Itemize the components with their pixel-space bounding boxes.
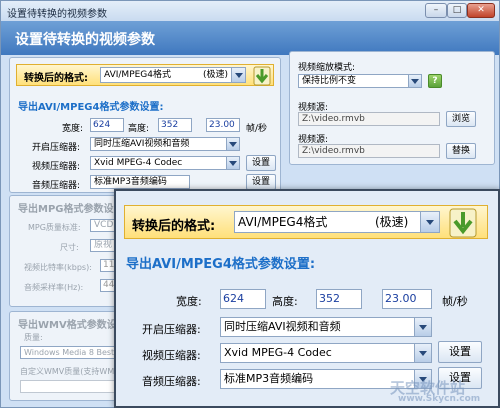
wmv-section-title: 导出WMV格式参数设 [18,320,117,331]
enable-compressor-select[interactable]: 同时压缩AVI视频和音频 [90,137,240,151]
wmv-custom-label: 自定义WMV质量(支持WMV [20,367,120,376]
chevron-down-icon[interactable] [414,344,431,362]
scale-mode-label: 视频缩放模式: [298,63,356,73]
watermark-line2: www.Skycn.com [398,394,481,404]
popup-enable-value: 同时压缩AVI视频和音频 [224,320,341,333]
scale-mode-value: 保持比例不变 [302,76,357,86]
close-button[interactable]: ✕ [467,3,495,18]
scale-mode-select[interactable]: 保持比例不变 [298,74,422,88]
wmv-quality-label: 质量: [24,333,43,342]
width-input[interactable]: 624 [90,118,124,132]
popup-video-settings-button[interactable]: 设置 [438,341,482,363]
enable-compressor-value: 同时压缩AVI视频和音频 [94,139,190,149]
height-label: 高度: [128,124,150,134]
chevron-down-icon[interactable] [408,75,421,87]
popup-format-value: AVI/MPEG4格式 [238,215,328,229]
popup-height-label: 高度: [272,295,298,308]
popup-width-label: 宽度: [176,295,202,308]
popup-width-input[interactable]: 624 [220,289,266,309]
chevron-down-icon[interactable] [231,68,245,82]
popup-fps-input[interactable]: 23.00 [382,289,432,309]
mpg-panel: 导出MPG格式参数设 MPG质量标准: VCD 尺寸: 原视 视频比特率(kbp… [9,195,129,307]
video-compressor-label: 视频压缩器: [32,162,81,172]
wmv-custom-input[interactable] [20,380,124,393]
minimize-button[interactable]: – [425,3,447,18]
dest-path: Z:\video.rmvb [298,144,440,158]
chevron-down-icon[interactable] [226,157,239,169]
popup-audio-value: 标准MP3音频编码 [224,372,314,385]
page-title: 设置待转换的视频参数 [15,32,155,48]
audio-settings-button[interactable]: 设置 [246,174,276,190]
maximize-button[interactable]: □ [447,3,467,18]
fps-unit: 帧/秒 [246,124,268,134]
mpg-size-label: 尺寸: [60,243,79,252]
enable-compressor-label: 开启压缩器: [32,143,81,153]
width-label: 宽度: [62,124,84,134]
popup-format-label: 转换后的格式: [132,219,216,234]
format-value: AVI/MPEG4格式 [104,70,172,80]
video-settings-button[interactable]: 设置 [246,155,276,171]
format-label: 转换后的格式: [24,73,88,84]
mpg-quality-label: MPG质量标准: [28,223,81,232]
popup-format-speed: (极速) [375,215,409,229]
popup-enable-select[interactable]: 同时压缩AVI视频和音频 [220,317,432,337]
popup-audio-label: 音频压缩器: [142,375,201,388]
chevron-down-icon[interactable] [226,138,239,150]
height-input[interactable]: 352 [158,118,192,132]
fps-input[interactable]: 23.00 [206,118,240,132]
zoom-popup: 转换后的格式: AVI/MPEG4格式 (极速) 导出AVI/MPEG4格式参数… [114,189,500,408]
replace-button[interactable]: 替换 [446,143,476,159]
audio-compressor-label: 音频压缩器: [32,181,81,191]
popup-height-input[interactable]: 352 [316,289,362,309]
video-compressor-select[interactable]: Xvid MPEG-4 Codec [90,156,240,170]
popup-video-select[interactable]: Xvid MPEG-4 Codec [220,343,432,363]
chevron-down-icon[interactable] [414,318,431,336]
window-title: 设置待转换的视频参数 [7,9,107,20]
mpg-section-title: 导出MPG格式参数设 [18,204,114,215]
help-icon[interactable]: ? [428,74,442,88]
popup-section-title: 导出AVI/MPEG4格式参数设置: [126,257,316,272]
avi-section-title: 导出AVI/MPEG4格式参数设置: [18,102,164,113]
source-path: Z:\video.rmvb [298,112,440,126]
mpg-bitrate-label: 视频比特率(kbps): [24,263,92,272]
mpg-samplerate-label: 音频采样率(Hz): [24,283,84,292]
source-panel: 视频缩放模式: 保持比例不变 ? 视频源: Z:\video.rmvb 浏览 视… [289,51,495,165]
audio-compressor-value: 标准MP3音频编码 [94,177,167,187]
popup-video-value: Xvid MPEG-4 Codec [224,346,332,359]
wmv-quality-select[interactable]: Windows Media 8 Best [20,346,124,359]
browse-button[interactable]: 浏览 [446,111,476,127]
title-bar: 设置待转换的视频参数 – □ ✕ [1,1,499,22]
format-select[interactable]: AVI/MPEG4格式 (极速) [100,67,246,83]
popup-format-select[interactable]: AVI/MPEG4格式 (极速) [234,211,440,233]
popup-video-label: 视频压缩器: [142,349,201,362]
chevron-down-icon[interactable] [420,212,439,232]
wmv-panel: 导出WMV格式参数设 质量: Windows Media 8 Best 自定义W… [9,311,129,401]
download-arrow-icon[interactable] [448,207,478,239]
popup-enable-label: 开启压缩器: [142,323,201,336]
format-speed: (极速) [203,70,229,80]
format-panel: 转换后的格式: AVI/MPEG4格式 (极速) 导出AVI/MPEG4格式参数… [9,57,281,193]
popup-fps-unit: 帧/秒 [442,295,468,308]
download-arrow-icon[interactable] [252,65,272,87]
audio-compressor-select[interactable]: 标准MP3音频编码 [90,175,190,189]
header-banner: 设置待转换的视频参数 [1,21,499,55]
video-compressor-value: Xvid MPEG-4 Codec [94,158,183,168]
